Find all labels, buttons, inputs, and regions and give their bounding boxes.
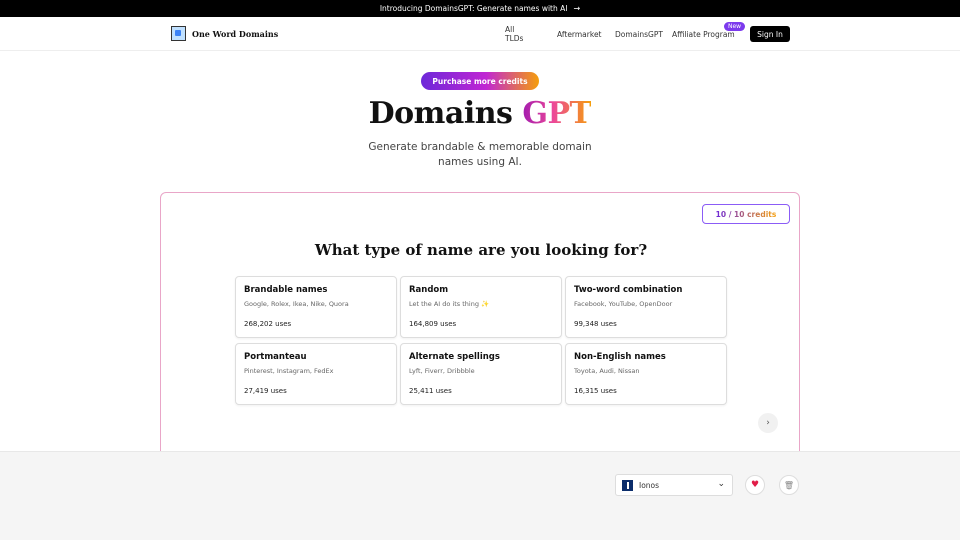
title-main: Domains	[368, 96, 513, 131]
trash-icon: 🗑	[783, 480, 795, 490]
option-portmanteau[interactable]: Portmanteau Pinterest, Instagram, FedEx …	[235, 343, 397, 405]
logo[interactable]: One Word Domains	[171, 26, 278, 41]
option-uses: 99,348 uses	[574, 320, 617, 328]
purchase-credits-button[interactable]: Purchase more credits	[421, 72, 539, 90]
chevron-down-icon: ⌄	[717, 479, 725, 489]
registrar-selected-value: Ionos	[639, 480, 660, 490]
option-uses: 164,809 uses	[409, 320, 457, 328]
option-examples: Google, Rolex, Ikea, Nike, Quora	[244, 300, 349, 308]
registrar-select[interactable]: Ionos ⌄	[615, 474, 733, 496]
page-title: Domains GPT	[0, 96, 960, 131]
announcement-banner[interactable]: Introducing DomainsGPT: Generate names w…	[0, 0, 960, 17]
bottom-panel: Ionos ⌄ ♥ 🗑	[0, 451, 960, 540]
sign-in-button[interactable]: Sign In	[750, 26, 790, 42]
option-examples: Toyota, Audi, Nissan	[574, 367, 640, 375]
option-title: Random	[409, 285, 449, 295]
option-uses: 16,315 uses	[574, 387, 617, 395]
chevron-right-icon: ›	[766, 418, 770, 428]
ionos-logo-icon	[622, 479, 633, 491]
option-title: Non-English names	[574, 352, 666, 362]
favorites-button[interactable]: ♥	[745, 475, 765, 495]
clear-button[interactable]: 🗑	[779, 475, 799, 495]
page-subtitle: Generate brandable & memorable domain na…	[368, 141, 592, 168]
option-title: Alternate spellings	[409, 352, 500, 362]
heart-icon: ♥	[750, 480, 760, 490]
option-uses: 25,411 uses	[409, 387, 452, 395]
option-title: Portmanteau	[244, 352, 307, 362]
option-brandable-names[interactable]: Brandable names Google, Rolex, Ikea, Nik…	[235, 276, 397, 338]
banner-text: Introducing DomainsGPT: Generate names w…	[379, 4, 568, 13]
option-title: Two-word combination	[574, 285, 683, 295]
credits-counter-text: 10 / 10 credits	[715, 209, 777, 219]
option-title: Brandable names	[244, 285, 328, 295]
option-examples: Facebook, YouTube, OpenDoor	[574, 300, 673, 308]
generator-card: 10 / 10 credits What type of name are yo…	[160, 192, 800, 472]
new-badge: New	[724, 22, 746, 31]
credits-counter: 10 / 10 credits	[702, 204, 790, 224]
option-alternate-spellings[interactable]: Alternate spellings Lyft, Fiverr, Dribbb…	[400, 343, 562, 405]
option-non-english-names[interactable]: Non-English names Toyota, Audi, Nissan 1…	[565, 343, 727, 405]
next-options-button[interactable]: ›	[758, 413, 778, 433]
name-type-question: What type of name are you looking for?	[314, 241, 648, 259]
title-accent: GPT	[522, 96, 592, 131]
logo-icon	[171, 26, 186, 41]
option-examples: Lyft, Fiverr, Dribbble	[409, 367, 475, 375]
logo-text: One Word Domains	[192, 28, 279, 39]
option-examples: Let the AI do its thing ✨	[409, 300, 490, 308]
top-nav: One Word Domains All TLDs Aftermarket Do…	[0, 17, 960, 51]
option-uses: 268,202 uses	[244, 320, 292, 328]
option-two-word-combination[interactable]: Two-word combination Facebook, YouTube, …	[565, 276, 727, 338]
nav-link-all-tlds[interactable]: All TLDs	[505, 25, 523, 43]
nav-link-affiliate-program[interactable]: Affiliate Program	[672, 30, 735, 39]
nav-link-aftermarket[interactable]: Aftermarket	[557, 30, 602, 39]
option-random[interactable]: Random Let the AI do its thing ✨ 164,809…	[400, 276, 562, 338]
option-examples: Pinterest, Instagram, FedEx	[244, 367, 334, 375]
arrow-right-icon: →	[573, 4, 581, 13]
nav-link-domainsgpt[interactable]: DomainsGPT	[615, 30, 663, 39]
option-uses: 27,419 uses	[244, 387, 287, 395]
